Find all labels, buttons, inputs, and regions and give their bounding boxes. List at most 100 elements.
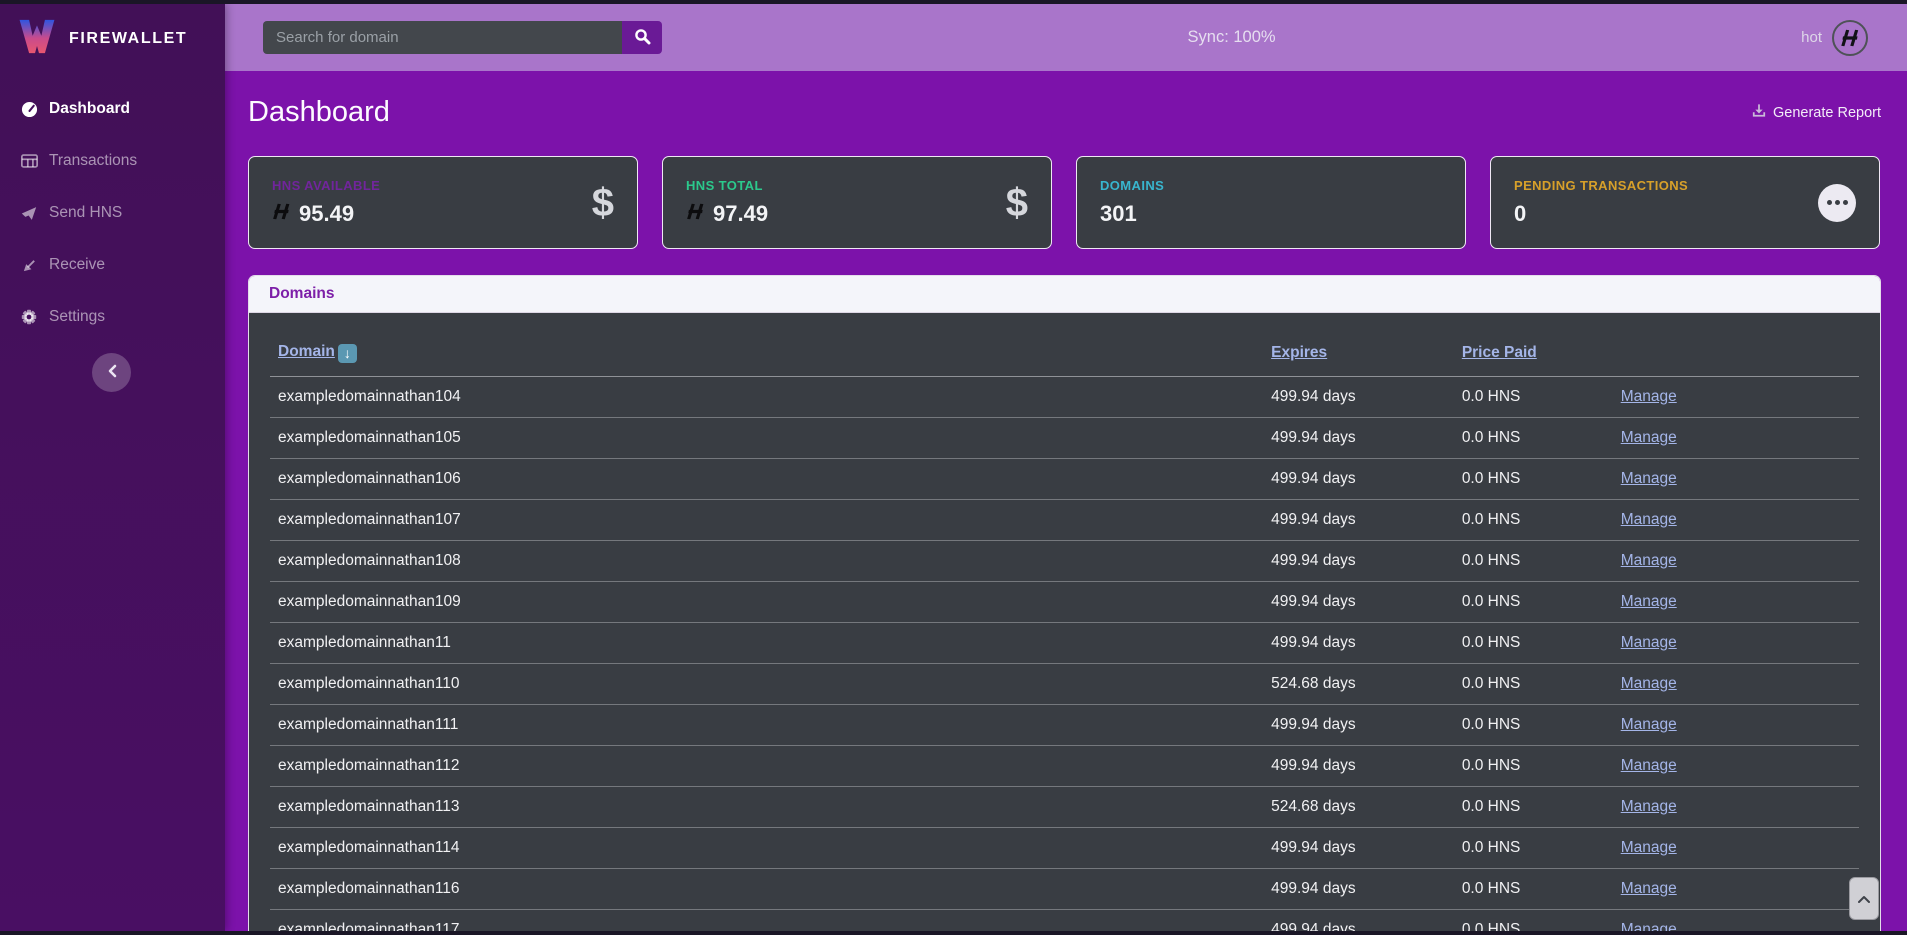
expires-cell: 499.94 days xyxy=(1263,623,1454,664)
card-label: DOMAINS xyxy=(1100,178,1164,193)
manage-link[interactable]: Manage xyxy=(1621,388,1677,405)
manage-link[interactable]: Manage xyxy=(1621,757,1677,774)
scroll-to-top-button[interactable] xyxy=(1849,877,1879,920)
expires-cell: 499.94 days xyxy=(1263,910,1454,933)
manage-link[interactable]: Manage xyxy=(1621,429,1677,446)
dollar-icon: $ xyxy=(592,183,614,223)
price-paid-cell: 0.0 HNS xyxy=(1454,869,1613,910)
brand[interactable]: FIREWALLET xyxy=(0,4,225,71)
stat-card-pending-transactions: PENDING TRANSACTIONS 0 xyxy=(1490,156,1880,249)
price-paid-cell: 0.0 HNS xyxy=(1454,377,1613,418)
column-header-expires[interactable]: Expires xyxy=(1271,344,1327,361)
manage-link[interactable]: Manage xyxy=(1621,880,1677,897)
stat-card-hns-available: HNS AVAILABLE 95.49 $ xyxy=(248,156,638,249)
bottom-edge-strip xyxy=(0,931,1907,935)
expires-cell: 524.68 days xyxy=(1263,787,1454,828)
sidebar-item-send-hns[interactable]: Send HNS xyxy=(0,187,225,239)
stat-card-hns-total: HNS TOTAL 97.49 $ xyxy=(662,156,1052,249)
page-header: Dashboard Generate Report xyxy=(248,96,1881,129)
expires-cell: 499.94 days xyxy=(1263,582,1454,623)
handshake-logo-icon[interactable] xyxy=(1832,20,1868,56)
card-value: 301 xyxy=(1100,201,1137,227)
domain-cell: exampledomainnathan113 xyxy=(270,787,1263,828)
expires-cell: 524.68 days xyxy=(1263,664,1454,705)
expires-cell: 499.94 days xyxy=(1263,746,1454,787)
sidebar-nav: Dashboard Transactions Send HNS Receive … xyxy=(0,71,225,343)
sidebar-collapse-button[interactable] xyxy=(92,353,131,392)
manage-link[interactable]: Manage xyxy=(1621,839,1677,856)
sidebar-item-label: Transactions xyxy=(49,152,137,170)
top-edge-strip xyxy=(0,0,1907,4)
table-row: exampledomainnathan111 499.94 days 0.0 H… xyxy=(270,705,1859,746)
price-paid-cell: 0.0 HNS xyxy=(1454,705,1613,746)
generate-report-button[interactable]: Generate Report xyxy=(1752,103,1881,122)
receive-arrow-icon xyxy=(20,258,38,273)
price-paid-cell: 0.0 HNS xyxy=(1454,541,1613,582)
sidebar-item-settings[interactable]: Settings xyxy=(0,291,225,343)
sidebar-item-label: Send HNS xyxy=(49,204,122,222)
ellipsis-icon[interactable] xyxy=(1818,184,1856,222)
domain-cell: exampledomainnathan117 xyxy=(270,910,1263,933)
price-paid-cell: 0.0 HNS xyxy=(1454,746,1613,787)
main-content: Dashboard Generate Report HNS AVAILABLE … xyxy=(248,71,1881,932)
sync-status: Sync: 100% xyxy=(662,28,1801,47)
price-paid-cell: 0.0 HNS xyxy=(1454,459,1613,500)
stat-cards: HNS AVAILABLE 95.49 $ HNS TOTAL 97.49 xyxy=(248,156,1881,249)
domain-cell: exampledomainnathan109 xyxy=(270,582,1263,623)
expires-cell: 499.94 days xyxy=(1263,418,1454,459)
manage-link[interactable]: Manage xyxy=(1621,511,1677,528)
gauge-icon xyxy=(20,101,38,118)
sidebar-item-receive[interactable]: Receive xyxy=(0,239,225,291)
wallet-name: hot xyxy=(1801,29,1822,46)
price-paid-cell: 0.0 HNS xyxy=(1454,500,1613,541)
manage-link[interactable]: Manage xyxy=(1621,798,1677,815)
domain-cell: exampledomainnathan114 xyxy=(270,828,1263,869)
price-paid-cell: 0.0 HNS xyxy=(1454,664,1613,705)
table-row: exampledomainnathan116 499.94 days 0.0 H… xyxy=(270,869,1859,910)
column-header-price-paid[interactable]: Price Paid xyxy=(1462,344,1537,361)
manage-link[interactable]: Manage xyxy=(1621,552,1677,569)
manage-link[interactable]: Manage xyxy=(1621,675,1677,692)
manage-link[interactable]: Manage xyxy=(1621,470,1677,487)
manage-link[interactable]: Manage xyxy=(1621,593,1677,610)
domain-cell: exampledomainnathan107 xyxy=(270,500,1263,541)
table-row: exampledomainnathan105 499.94 days 0.0 H… xyxy=(270,418,1859,459)
generate-report-label: Generate Report xyxy=(1773,105,1881,121)
card-value: 95.49 xyxy=(299,201,354,227)
dollar-icon: $ xyxy=(1006,183,1028,223)
price-paid-cell: 0.0 HNS xyxy=(1454,787,1613,828)
card-label: HNS AVAILABLE xyxy=(272,178,380,193)
expires-cell: 499.94 days xyxy=(1263,541,1454,582)
domains-panel: Domains Domain↓ Expires Price Paid examp… xyxy=(248,275,1881,932)
sort-desc-icon[interactable]: ↓ xyxy=(338,344,357,363)
manage-link[interactable]: Manage xyxy=(1621,634,1677,651)
sidebar: FIREWALLET Dashboard Transactions Send H… xyxy=(0,4,225,931)
paper-plane-icon xyxy=(20,206,38,221)
expires-cell: 499.94 days xyxy=(1263,500,1454,541)
search-input[interactable] xyxy=(263,21,622,54)
card-label: HNS TOTAL xyxy=(686,178,768,193)
domain-cell: exampledomainnathan116 xyxy=(270,869,1263,910)
table-row: exampledomainnathan114 499.94 days 0.0 H… xyxy=(270,828,1859,869)
sidebar-item-label: Settings xyxy=(49,308,105,326)
hns-coin-icon xyxy=(686,202,705,226)
manage-link[interactable]: Manage xyxy=(1621,716,1677,733)
table-row: exampledomainnathan11 499.94 days 0.0 HN… xyxy=(270,623,1859,664)
domain-cell: exampledomainnathan111 xyxy=(270,705,1263,746)
column-header-domain[interactable]: Domain xyxy=(278,343,335,360)
expires-cell: 499.94 days xyxy=(1263,869,1454,910)
expires-cell: 499.94 days xyxy=(1263,828,1454,869)
firewallet-w-logo-icon xyxy=(18,19,56,59)
sidebar-item-dashboard[interactable]: Dashboard xyxy=(0,83,225,135)
price-paid-cell: 0.0 HNS xyxy=(1454,623,1613,664)
table-icon xyxy=(20,154,38,168)
price-paid-cell: 0.0 HNS xyxy=(1454,582,1613,623)
table-row: exampledomainnathan107 499.94 days 0.0 H… xyxy=(270,500,1859,541)
chevron-up-icon xyxy=(1858,891,1870,906)
topbar: Sync: 100% hot xyxy=(225,4,1907,71)
search-button[interactable] xyxy=(622,21,662,54)
domain-search xyxy=(263,21,662,54)
card-value: 97.49 xyxy=(713,201,768,227)
sidebar-item-transactions[interactable]: Transactions xyxy=(0,135,225,187)
table-row: exampledomainnathan106 499.94 days 0.0 H… xyxy=(270,459,1859,500)
